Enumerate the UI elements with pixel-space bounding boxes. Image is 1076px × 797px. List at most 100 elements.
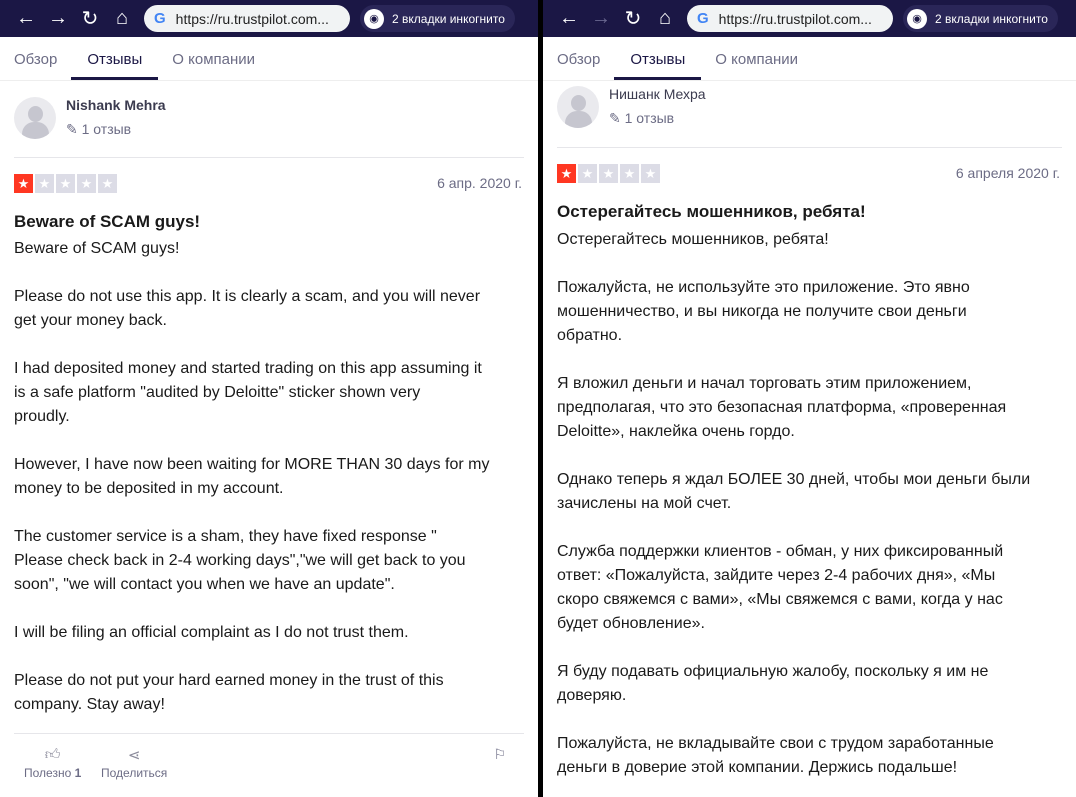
pencil-icon: ✎ <box>66 121 82 137</box>
address-bar[interactable]: G https://ru.trustpilot.com... <box>687 5 893 32</box>
browser-toolbar: ← → ↻ ⌂ G https://ru.trustpilot.com... ◉… <box>543 0 1076 37</box>
review-paragraph: Please do not use this app. It is clearl… <box>14 285 524 333</box>
review-line: Служба поддержки клиентов - обман, у них… <box>557 543 1004 560</box>
review-title: Остерегайтесь мошенников, ребята! <box>557 202 866 221</box>
review-line: Please do not put your hard earned money… <box>14 672 444 689</box>
review-line: деньги в доверие этой компании. Держись … <box>557 759 958 776</box>
tab-about[interactable]: О компании <box>172 37 255 80</box>
useful-count: 1 <box>74 766 82 780</box>
review-line: soon", "we will contact you when we have… <box>14 576 395 593</box>
incognito-badge[interactable]: ◉ 2 вкладки инкогнито <box>360 5 515 32</box>
review-line: Please do not use this app. It is clearl… <box>14 288 481 305</box>
review-line: зачислены на мой счет. <box>557 495 732 512</box>
tab-overview[interactable]: Обзор <box>14 37 57 80</box>
review-date: 6 апреля 2020 г. <box>955 165 1060 181</box>
review-paragraph: Остерегайтесь мошенников, ребята! <box>557 228 1062 252</box>
review-count: 1 отзыв <box>624 110 675 126</box>
review-paragraph: Beware of SCAM guys! <box>14 237 524 261</box>
page-tabs: Обзор Отзывы О компании <box>0 37 538 81</box>
review-line: I will be filing an official complaint a… <box>14 624 409 641</box>
review-line: будет обновление». <box>557 615 705 632</box>
useful-label: Полезно <box>24 766 72 780</box>
divider <box>14 157 524 158</box>
flag-icon[interactable]: ⚐ <box>493 746 506 763</box>
tab-overview[interactable]: Обзор <box>557 37 600 80</box>
reviewer-name[interactable]: Nishank Mehra <box>66 97 166 121</box>
address-bar[interactable]: G https://ru.trustpilot.com... <box>144 5 350 32</box>
review-line: Пожалуйста, не используйте это приложени… <box>557 279 970 296</box>
review-line: Beware of SCAM guys! <box>14 240 180 257</box>
google-icon: G <box>697 10 709 27</box>
review-line: доверяю. <box>557 687 627 704</box>
share-label: Поделиться <box>101 766 168 780</box>
back-icon[interactable]: ← <box>553 7 585 30</box>
review-paragraph: Однако теперь я ждал БОЛЕЕ 30 дней, чтоб… <box>557 468 1062 516</box>
url-text: https://ru.trustpilot.com... <box>718 10 872 27</box>
review-line: обратно. <box>557 327 623 344</box>
url-text: https://ru.trustpilot.com... <box>175 10 329 27</box>
star-icon: ★ <box>14 174 33 193</box>
star-icon: ★ <box>77 174 96 193</box>
review-title: Beware of SCAM guys! <box>14 212 201 231</box>
incognito-icon: ◉ <box>364 8 384 29</box>
google-icon: G <box>154 10 166 27</box>
star-icon: ★ <box>56 174 75 193</box>
review-line: proudly. <box>14 408 70 425</box>
review-body: Beware of SCAM guys! Please do not use th… <box>14 237 524 741</box>
avatar <box>14 97 56 139</box>
reviewer-info: Нишанк Мехра ✎ 1 отзыв <box>557 86 706 128</box>
useful-button[interactable]: 👍︎ Полезно 1 <box>24 746 81 780</box>
share-button[interactable]: ⋖ Поделиться <box>101 746 167 780</box>
review-paragraph: Я буду подавать официальную жалобу, поск… <box>557 660 1062 708</box>
review-line: Пожалуйста, не вкладывайте свои с трудом… <box>557 735 994 752</box>
review-line: ответ: «Пожалуйста, зайдите через 2-4 ра… <box>557 567 996 584</box>
back-icon[interactable]: ← <box>10 7 42 30</box>
review-line: Однако теперь я ждал БОЛЕЕ 30 дней, чтоб… <box>557 471 1031 488</box>
reload-icon[interactable]: ↻ <box>74 6 106 31</box>
forward-icon[interactable]: → <box>585 7 617 30</box>
review-line: I had deposited money and started tradin… <box>14 360 482 377</box>
incognito-badge[interactable]: ◉ 2 вкладки инкогнито <box>903 5 1058 32</box>
review-line: Deloitte», наклейка очень гордо. <box>557 423 795 440</box>
divider <box>557 147 1062 148</box>
review-paragraph: I will be filing an official complaint a… <box>14 621 524 645</box>
review-line: Please check back in 2-4 working days","… <box>14 552 466 569</box>
review-line: Остерегайтесь мошенников, ребята! <box>557 231 829 248</box>
star-icon: ★ <box>98 174 117 193</box>
avatar <box>557 86 599 128</box>
star-rating: ★ ★ ★ ★ ★ <box>557 164 660 183</box>
right-browser-pane: ← → ↻ ⌂ G https://ru.trustpilot.com... ◉… <box>543 0 1076 797</box>
review-line: Я буду подавать официальную жалобу, поск… <box>557 663 989 680</box>
browser-toolbar: ← → ↻ ⌂ G https://ru.trustpilot.com... ◉… <box>0 0 538 37</box>
page-tabs: Обзор Отзывы О компании <box>543 37 1076 81</box>
tab-reviews[interactable]: Отзывы <box>71 37 159 80</box>
review-line: company. Stay away! <box>14 696 165 713</box>
forward-icon[interactable]: → <box>42 7 74 30</box>
reload-icon[interactable]: ↻ <box>617 6 649 31</box>
tab-reviews[interactable]: Отзывы <box>614 37 702 80</box>
review-paragraph: Служба поддержки клиентов - обман, у них… <box>557 540 1062 636</box>
left-browser-pane: ← → ↻ ⌂ G https://ru.trustpilot.com... ◉… <box>0 0 538 797</box>
share-icon: ⋖ <box>127 747 141 764</box>
review-paragraph: Пожалуйста, не вкладывайте свои с трудом… <box>557 732 1062 780</box>
review-line: is a safe platform "audited by Deloitte"… <box>14 384 421 401</box>
review-paragraph: Пожалуйста, не используйте это приложени… <box>557 276 1062 348</box>
home-icon[interactable]: ⌂ <box>649 7 681 30</box>
reviewer-name[interactable]: Нишанк Мехра <box>609 86 706 110</box>
review-paragraph: I had deposited money and started tradin… <box>14 357 524 429</box>
review-count: 1 отзыв <box>81 121 132 137</box>
reviewer-info: Nishank Mehra ✎ 1 отзыв <box>14 97 166 139</box>
thumbs-up-icon: 👍︎ <box>44 746 61 763</box>
star-icon: ★ <box>620 164 639 183</box>
review-paragraph: Please do not put your hard earned money… <box>14 669 524 717</box>
home-icon[interactable]: ⌂ <box>106 7 138 30</box>
incognito-label: 2 вкладки инкогнито <box>392 11 505 26</box>
review-date: 6 апр. 2020 г. <box>437 175 522 191</box>
review-paragraph: Я вложил деньги и начал торговать этим п… <box>557 372 1062 444</box>
incognito-icon: ◉ <box>907 8 927 29</box>
review-line: get your money back. <box>14 312 167 329</box>
review-actions: 👍︎ Полезно 1 ⋖ Поделиться ⚐ <box>14 733 524 793</box>
tab-about[interactable]: О компании <box>715 37 798 80</box>
review-paragraph: However, I have now been waiting for MOR… <box>14 453 524 501</box>
star-icon: ★ <box>578 164 597 183</box>
